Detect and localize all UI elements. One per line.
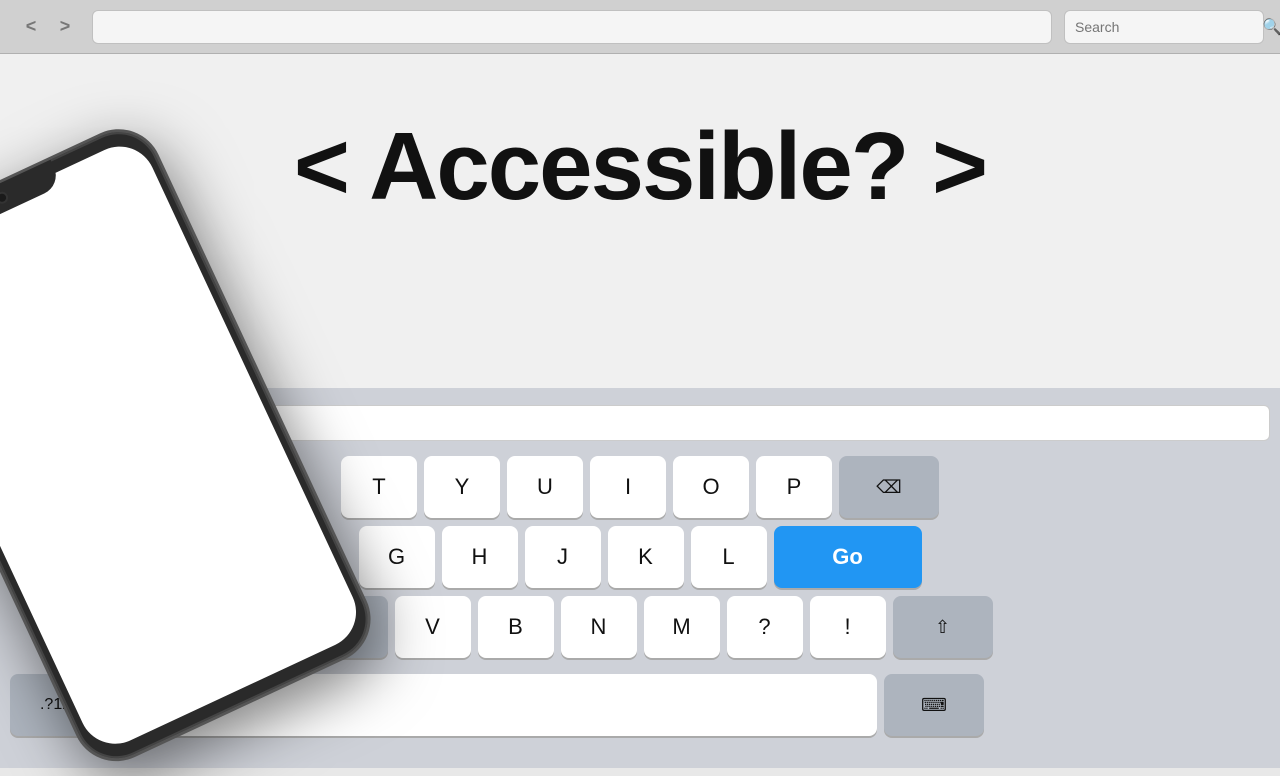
key-T[interactable]: T bbox=[341, 456, 417, 518]
browser-chrome: < > 🔍 bbox=[0, 0, 1280, 54]
key-K[interactable]: K bbox=[608, 526, 684, 588]
key-O[interactable]: O bbox=[673, 456, 749, 518]
delete-icon: ⌫ bbox=[876, 477, 901, 498]
forward-button[interactable]: > bbox=[50, 12, 80, 42]
key-M[interactable]: M bbox=[644, 596, 720, 658]
main-content: < Accessible? > T Y U I O P bbox=[0, 54, 1280, 768]
keyboard-dismiss-key[interactable]: ⌨ bbox=[884, 674, 984, 736]
key-question[interactable]: ? bbox=[727, 596, 803, 658]
key-I[interactable]: I bbox=[590, 456, 666, 518]
key-H[interactable]: H bbox=[442, 526, 518, 588]
key-N[interactable]: N bbox=[561, 596, 637, 658]
shift-right-key[interactable]: ⇧ bbox=[893, 596, 993, 658]
key-L[interactable]: L bbox=[691, 526, 767, 588]
key-exclaim[interactable]: ! bbox=[810, 596, 886, 658]
url-bar[interactable] bbox=[92, 10, 1052, 44]
key-Y[interactable]: Y bbox=[424, 456, 500, 518]
keyboard-icon: ⌨ bbox=[921, 695, 947, 716]
key-J[interactable]: J bbox=[525, 526, 601, 588]
delete-key[interactable]: ⌫ bbox=[839, 456, 939, 518]
back-button[interactable]: < bbox=[16, 12, 46, 42]
nav-buttons: < > bbox=[16, 12, 80, 42]
key-P[interactable]: P bbox=[756, 456, 832, 518]
key-B[interactable]: B bbox=[478, 596, 554, 658]
key-U[interactable]: U bbox=[507, 456, 583, 518]
search-icon: 🔍 bbox=[1262, 17, 1280, 37]
key-G[interactable]: G bbox=[359, 526, 435, 588]
main-heading: < Accessible? > bbox=[0, 114, 1280, 220]
shift-right-icon: ⇧ bbox=[935, 617, 950, 638]
go-button[interactable]: Go bbox=[774, 526, 922, 588]
key-V[interactable]: V bbox=[395, 596, 471, 658]
search-bar-container: 🔍 bbox=[1064, 10, 1264, 44]
search-input[interactable] bbox=[1075, 19, 1256, 35]
